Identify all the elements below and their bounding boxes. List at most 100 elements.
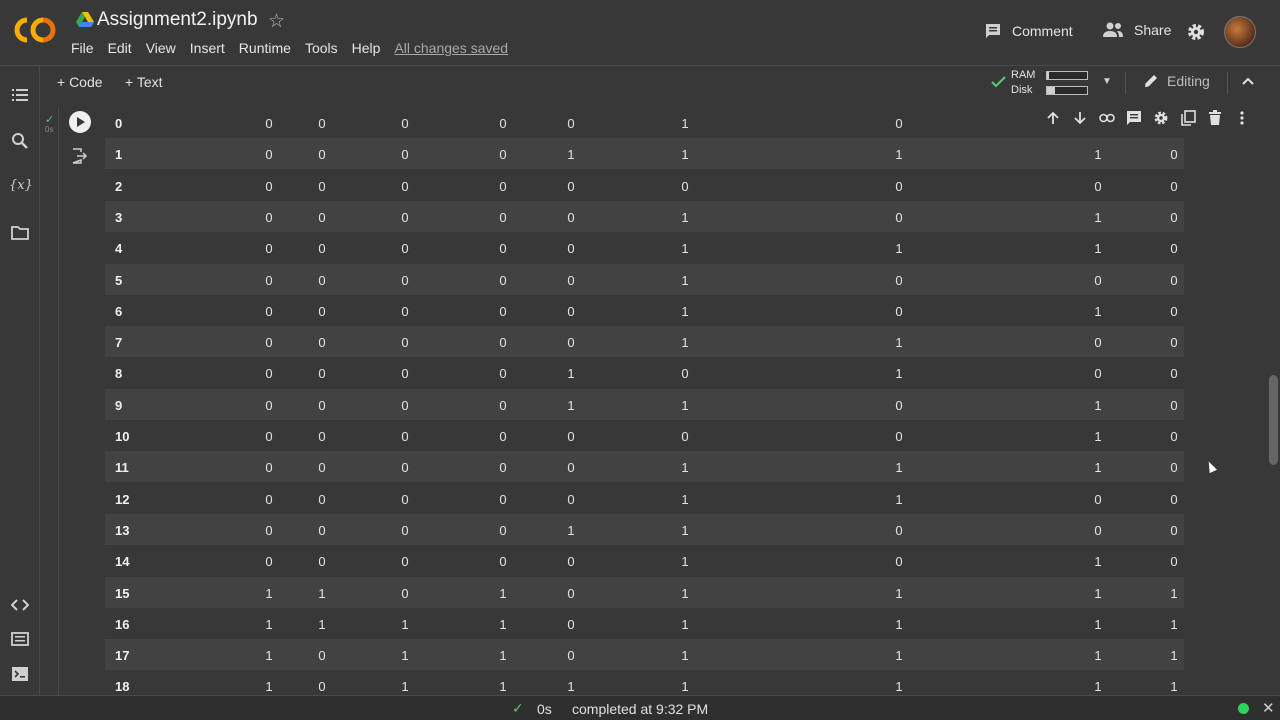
avatar[interactable] [1224, 16, 1256, 48]
table-cell: 0 [567, 303, 575, 319]
move-down-button[interactable] [1070, 108, 1090, 128]
search-icon[interactable] [11, 132, 29, 150]
resource-monitor[interactable]: RAM Disk [991, 68, 1111, 98]
folder-icon[interactable] [11, 224, 29, 242]
table-cell: 0 [1094, 335, 1102, 351]
gear-icon[interactable] [1186, 22, 1206, 42]
table-cell: 0 [1094, 366, 1102, 382]
save-status[interactable]: All changes saved [394, 40, 508, 56]
mirror-cell-button[interactable] [1178, 108, 1198, 128]
header: Assignment2.ipynb ☆ File Edit View Inser… [0, 0, 1280, 66]
move-up-button[interactable] [1043, 108, 1063, 128]
comment-label: Comment [1012, 23, 1073, 39]
menu-tools[interactable]: Tools [305, 40, 338, 56]
terminal-icon[interactable] [11, 665, 29, 683]
share-icon [1103, 22, 1123, 37]
table-row: 17 1 0 1 1 0 1 1 1 1 [105, 639, 1184, 671]
table-cell: 0 [265, 335, 273, 351]
notebook-title[interactable]: Assignment2.ipynb [97, 9, 258, 31]
pencil-icon [1145, 75, 1157, 87]
code-cell[interactable]: ✓ 0s 00000010100001111020000000003000001… [41, 107, 1261, 695]
menu-edit[interactable]: Edit [108, 40, 132, 56]
drive-icon[interactable] [76, 12, 94, 28]
table-cell: 0 [265, 209, 273, 225]
output-icon[interactable] [72, 148, 88, 164]
editing-mode-button[interactable]: Editing [1143, 73, 1210, 89]
table-cell: 0 [895, 397, 903, 413]
table-cell: 1 [1170, 616, 1178, 632]
menu-runtime[interactable]: Runtime [239, 40, 291, 56]
run-cell-button[interactable] [69, 111, 91, 133]
status-message[interactable]: completed at 9:32 PM [572, 701, 708, 717]
chevron-up-icon[interactable] [1241, 74, 1255, 88]
row-index: 16 [115, 616, 130, 632]
editing-label: Editing [1167, 73, 1210, 89]
table-cell: 0 [401, 272, 409, 288]
scrollbar-thumb[interactable] [1269, 375, 1278, 465]
table-row: 7 0 0 0 0 0 1 1 0 0 [105, 326, 1184, 358]
row-index: 13 [115, 522, 130, 538]
table-cell: 0 [401, 522, 409, 538]
table-cell: 1 [681, 522, 689, 538]
table-cell: 1 [1094, 554, 1102, 570]
close-icon[interactable]: ✕ [1262, 699, 1275, 717]
table-cell: 0 [265, 366, 273, 382]
table-cell: 0 [1170, 429, 1178, 444]
row-index: 3 [115, 209, 123, 225]
table-cell: 1 [265, 648, 273, 664]
table-cell: 1 [265, 585, 273, 601]
table-cell: 0 [895, 303, 903, 319]
status-bar: ✓ 0s completed at 9:32 PM ✕ [0, 695, 1280, 720]
share-button[interactable]: Share [1102, 22, 1171, 38]
menu-help[interactable]: Help [352, 40, 381, 56]
colab-logo[interactable] [14, 14, 56, 46]
table-cell: 0 [895, 522, 903, 538]
cell-duration: 0s [45, 125, 54, 134]
table-cell: 0 [401, 116, 409, 131]
row-index: 14 [115, 554, 130, 570]
add-text-button[interactable]: + Text [125, 74, 163, 90]
command-palette-icon[interactable] [11, 630, 29, 648]
variables-icon[interactable]: {x} [9, 178, 33, 196]
table-cell: 1 [1094, 460, 1102, 476]
gear-icon [1154, 111, 1168, 125]
menu-file[interactable]: File [71, 40, 94, 56]
menu-insert[interactable]: Insert [190, 40, 225, 56]
more-options-button[interactable] [1232, 108, 1252, 128]
row-index: 5 [115, 272, 123, 288]
table-cell: 0 [567, 241, 575, 257]
arrow-up-icon [1047, 111, 1059, 124]
comment-button[interactable]: Comment [984, 22, 1073, 40]
table-cell: 1 [499, 679, 507, 695]
table-cell: 0 [318, 272, 326, 288]
chevron-down-icon[interactable]: ▼ [1102, 76, 1112, 87]
add-code-button[interactable]: + Code [57, 74, 103, 90]
toc-icon[interactable] [11, 86, 29, 104]
link-button[interactable] [1097, 108, 1117, 128]
add-comment-button[interactable] [1124, 108, 1144, 128]
table-cell: 1 [681, 116, 689, 131]
table-cell: 0 [401, 366, 409, 382]
cell-gutter [58, 107, 59, 695]
table-cell: 0 [401, 491, 409, 507]
table-cell: 0 [1094, 272, 1102, 288]
table-cell: 1 [895, 241, 903, 257]
code-snippets-icon[interactable] [11, 596, 29, 614]
connection-status-indicator[interactable] [1238, 703, 1249, 714]
table-cell: 0 [265, 178, 273, 194]
table-cell: 0 [567, 554, 575, 570]
table-cell: 1 [895, 460, 903, 476]
scrollbar[interactable] [1266, 100, 1280, 695]
table-cell: 0 [401, 178, 409, 194]
cell-settings-button[interactable] [1151, 108, 1171, 128]
table-cell: 0 [499, 429, 507, 444]
ram-bar-fill [1047, 72, 1049, 79]
table-cell: 0 [1170, 491, 1178, 507]
menu-view[interactable]: View [146, 40, 176, 56]
star-icon[interactable]: ☆ [268, 10, 285, 33]
delete-cell-button[interactable] [1205, 108, 1225, 128]
table-cell: 0 [318, 209, 326, 225]
table-cell: 0 [895, 429, 903, 444]
link-icon [1099, 113, 1115, 123]
table-cell: 0 [265, 460, 273, 476]
